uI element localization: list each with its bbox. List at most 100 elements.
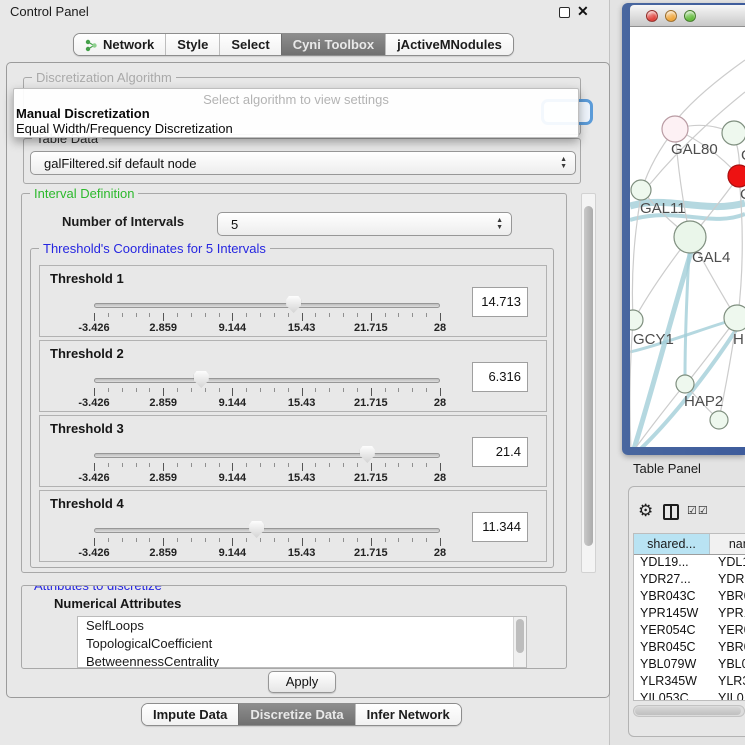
slider-thumb[interactable]: [286, 296, 301, 313]
table-cell: YPR1: [710, 606, 745, 623]
gear-icon[interactable]: ⚙: [638, 501, 653, 521]
tick-mark: [246, 463, 247, 467]
minimize-light[interactable]: [665, 10, 677, 22]
table-cell: YBR0: [710, 640, 745, 657]
tick-mark: [357, 463, 358, 467]
table-row[interactable]: YIL053CYIL0: [634, 691, 745, 701]
table-row[interactable]: YBR045CYBR0: [634, 640, 745, 657]
tick-mark: [274, 463, 275, 467]
algorithm-option-manual-discretization[interactable]: Manual Discretization: [16, 106, 150, 121]
column-header-shared[interactable]: shared...: [634, 534, 710, 554]
network-node-gcy1[interactable]: [630, 310, 643, 330]
algorithm-option-equal-width-frequency-discretization[interactable]: Equal Width/Frequency Discretization: [16, 121, 233, 136]
slider-thumb[interactable]: [249, 521, 264, 538]
node-attribute-table[interactable]: shared...name YDL19...YDL1YDR27...YDR2YB…: [633, 533, 745, 701]
tick-mark: [122, 313, 123, 317]
tick-mark: [122, 538, 123, 542]
tab-jactivemnodules[interactable]: jActiveMNodules: [385, 34, 513, 55]
mode-tab-impute-data[interactable]: Impute Data: [142, 704, 238, 725]
tick-mark: [274, 313, 275, 317]
scrollbar-thumb[interactable]: [516, 619, 524, 653]
network-window-titlebar[interactable]: [630, 5, 745, 27]
slider-thumb[interactable]: [194, 371, 209, 388]
tick-mark: [385, 388, 386, 392]
network-node[interactable]: [710, 411, 728, 429]
attributes-list-scrollbar[interactable]: [513, 617, 526, 667]
tick-mark: [274, 538, 275, 542]
tick-mark: [357, 538, 358, 542]
slider-track[interactable]: [94, 378, 440, 383]
table-row[interactable]: YDL19...YDL1: [634, 555, 745, 572]
table-row[interactable]: YDR27...YDR2: [634, 572, 745, 589]
numerical-attributes-list[interactable]: SelfLoopsTopologicalCoefficientBetweenne…: [77, 616, 527, 668]
axis-label: 21.715: [354, 472, 388, 484]
table-row[interactable]: YPR145WYPR1: [634, 606, 745, 623]
table-row[interactable]: YLR345WYLR3: [634, 674, 745, 691]
scrollbar-thumb[interactable]: [635, 707, 741, 715]
tab-network[interactable]: Network: [74, 34, 165, 55]
threshold-value-field[interactable]: 21.4: [472, 437, 528, 467]
tab-style[interactable]: Style: [165, 34, 219, 55]
slider-thumb[interactable]: [360, 446, 375, 463]
tick-mark: [232, 313, 233, 321]
tab-cyni-toolbox[interactable]: Cyni Toolbox: [281, 34, 385, 55]
threshold-slider[interactable]: -3.4262.8599.14415.4321.71528: [84, 369, 450, 411]
slider-axis-labels: -3.4262.8599.14415.4321.71528: [94, 472, 440, 484]
slider-track[interactable]: [94, 528, 440, 533]
tab-select[interactable]: Select: [219, 34, 280, 55]
close-light[interactable]: [646, 10, 658, 22]
table-data-selected-value: galFiltered.sif default node: [44, 152, 196, 175]
tick-mark: [122, 463, 123, 467]
table-horizontal-scrollbar[interactable]: [633, 705, 745, 717]
network-node-h[interactable]: [724, 305, 745, 331]
axis-label: 9.144: [219, 397, 247, 409]
threshold-slider[interactable]: -3.4262.8599.14415.4321.71528: [84, 519, 450, 561]
zoom-light[interactable]: [684, 10, 696, 22]
slider-track[interactable]: [94, 453, 440, 458]
table-row[interactable]: YBR043CYBR0: [634, 589, 745, 606]
tick-mark: [426, 538, 427, 542]
table-data-combobox[interactable]: galFiltered.sif default node ▲▼: [30, 151, 576, 175]
table-row[interactable]: YER054CYER0: [634, 623, 745, 640]
tick-mark: [232, 538, 233, 546]
panel-vertical-scrollbar[interactable]: [581, 193, 596, 573]
close-icon[interactable]: ✕: [577, 3, 589, 20]
tick-mark: [94, 463, 95, 471]
slider-track[interactable]: [94, 303, 440, 308]
tick-mark: [260, 388, 261, 392]
table-row[interactable]: YBL079WYBL0: [634, 657, 745, 674]
slider-axis-labels: -3.4262.8599.14415.4321.71528: [94, 322, 440, 334]
scrollbar-thumb[interactable]: [584, 206, 593, 546]
threshold-value-field[interactable]: 14.713: [472, 287, 528, 317]
axis-label: 15.43: [288, 397, 316, 409]
network-node-gal11[interactable]: [631, 180, 651, 200]
tick-mark: [163, 388, 164, 396]
mode-tab-infer-network[interactable]: Infer Network: [355, 704, 461, 725]
discretization-algorithm-label: Discretization Algorithm: [32, 70, 176, 85]
axis-label: 2.859: [149, 397, 177, 409]
apply-button[interactable]: Apply: [268, 671, 336, 693]
float-window-icon[interactable]: [559, 7, 570, 18]
threshold-value-field[interactable]: 6.316: [472, 362, 528, 392]
axis-label: 9.144: [219, 547, 247, 559]
mode-tab-discretize-data[interactable]: Discretize Data: [238, 704, 354, 725]
tick-mark: [246, 538, 247, 542]
threshold-slider[interactable]: -3.4262.8599.14415.4321.71528: [84, 444, 450, 486]
tick-mark: [246, 313, 247, 317]
network-node-c[interactable]: [728, 165, 745, 187]
split-view-icon[interactable]: [663, 504, 679, 520]
network-node-hap2[interactable]: [676, 375, 694, 393]
network-node-gal[interactable]: [722, 121, 745, 145]
network-node-gal80[interactable]: [662, 116, 688, 142]
number-of-intervals-combobox[interactable]: 5 ▲▼: [217, 212, 512, 236]
column-header-name[interactable]: name: [710, 534, 745, 554]
attribute-item-topologicalcoefficient[interactable]: TopologicalCoefficient: [78, 635, 526, 653]
threshold-value-field[interactable]: 11.344: [472, 512, 528, 542]
tick-mark: [219, 388, 220, 392]
network-canvas[interactable]: GAL80GALCGAL11GAL4GCY1HHAP2: [630, 27, 745, 447]
attribute-item-selfloops[interactable]: SelfLoops: [78, 617, 526, 635]
checkbox-icons[interactable]: ☑☑: [687, 504, 709, 517]
threshold-slider[interactable]: -3.4262.8599.14415.4321.71528: [84, 294, 450, 336]
attribute-item-betweennesscentrality[interactable]: BetweennessCentrality: [78, 653, 526, 668]
network-edge[interactable]: [678, 60, 745, 118]
